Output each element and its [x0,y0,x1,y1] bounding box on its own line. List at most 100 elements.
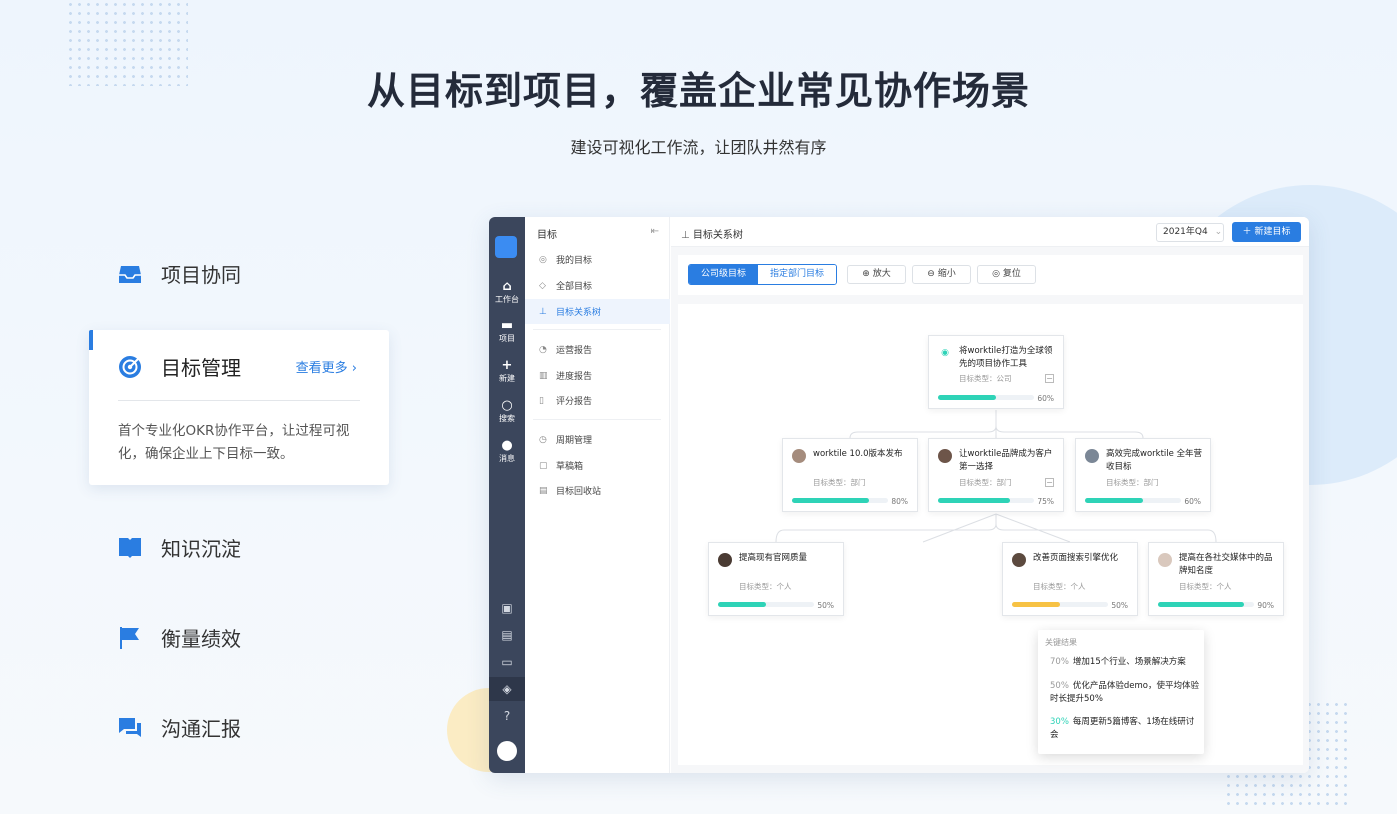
avatar[interactable] [497,741,517,761]
rail-item-new[interactable]: + 新建 [489,359,525,384]
scope-segment: 公司级目标 指定部门目标 [688,264,838,285]
new-goal-button[interactable]: ＋ 新建目标 [1232,222,1301,242]
goal-title: 改善页面搜索引擎优化 [1033,553,1119,563]
calendar-icon[interactable]: ▤ [489,623,525,647]
flag-icon [118,626,142,650]
chart-icon: ▥ [539,370,548,381]
zoom-out-button[interactable]: ⊖ 缩小 [912,265,971,284]
reset-button[interactable]: ◎ 复位 [977,265,1036,284]
goal-node[interactable]: 高效完成worktile 全年营收目标 目标类型：部门 60% [1075,438,1211,512]
goal-title: 让worktile品牌成为客户第一选择 [959,449,1053,472]
feature-item-report[interactable]: 沟通汇报 [118,713,241,742]
goal-type: 目标类型：个人 [739,582,792,591]
divider [533,329,661,330]
zoom-in-icon: ⊕ [862,269,870,279]
tree-icon: ⊥ [539,306,547,317]
zoom-out-icon: ⊖ [927,269,935,279]
rail-item-message[interactable]: ● 消息 [489,439,525,464]
zoom-in-button[interactable]: ⊕ 放大 [847,265,906,284]
message-icon: ● [501,438,513,453]
home-icon: ⌂ [502,279,512,294]
tooltip-title: 关键结果 [1045,638,1077,647]
sidebar-item-all-goals[interactable]: ◇ 全部目标 [525,273,670,298]
hero-subtitle: 建设可视化工作流，让团队井然有序 [570,138,827,157]
sidebar-item-goal-tree[interactable]: ⊥ 目标关系树 [525,299,670,324]
see-more-link[interactable]: 查看更多 › [296,357,357,376]
rail-item-search[interactable]: ○ 搜索 [489,399,525,424]
period-select[interactable]: 2021年Q4 ⌄ [1156,223,1224,242]
tab-company-goals[interactable]: 公司级目标 [689,265,759,284]
app-logo-icon[interactable] [495,236,517,258]
progress-bar [1085,498,1181,503]
sidebar-item-progress-report[interactable]: ▥ 进度报告 [525,363,670,388]
sidebar-item-score-report[interactable]: ▯ 评分报告 [525,388,670,413]
main-panel: ⊥ 目标关系树 2021年Q4 ⌄ ＋ 新建目标 公司级目标 指定部门目标 ⊕ … [671,217,1309,773]
progress-label: 50% [1111,601,1128,610]
feature-item-performance[interactable]: 衡量绩效 [118,623,241,652]
progress-bar [938,498,1034,503]
tree-icon: ⊥ [681,230,690,241]
target-icon: ◎ [539,254,547,265]
feature-item-knowledge[interactable]: 知识沉淀 [118,533,241,562]
goal-type: 目标类型：部门 [1106,478,1159,487]
avatar [1158,553,1172,567]
feature-description: 首个专业化OKR协作平台，让过程可视化，确保企业上下目标一致。 [118,423,350,462]
goal-node[interactable]: 改善页面搜索引擎优化 目标类型：个人 50% [1002,542,1138,616]
goal-sidebar: 目标 ⇤ ◎ 我的目标 ◇ 全部目标 ⊥ 目标关系树 ◔ 运营报告 ▥ 进度报告 ▯ 评分报… [525,217,670,773]
nav-rail: ⌂ 工作台 ▬ 项目 + 新建 ○ 搜索 ● 消息 ▣ ▤ ▭ ◈ ? [489,217,525,773]
collapse-node-icon[interactable]: − [1045,478,1054,487]
cube-icon[interactable]: ◈ [489,677,525,701]
sidebar-item-cycles[interactable]: ◷ 周期管理 [525,427,670,452]
hero-title: 从目标到项目，覆盖企业常见协作场景 [366,69,1030,113]
calendar-check-icon[interactable]: ▣ [489,596,525,620]
tab-dept-goals[interactable]: 指定部门目标 [758,265,837,284]
feature-item-project[interactable]: 项目协同 [118,259,241,288]
sidebar-item-drafts[interactable]: ▢ 草稿箱 [525,453,670,478]
feature-label: 知识沉淀 [161,537,241,561]
key-result-item: 30% 每周更新5篇博客、1场在线研讨会 [1050,717,1195,740]
feature-card-goal[interactable]: 目标管理 查看更多 › 首个专业化OKR协作平台，让过程可视化，确保企业上下目标… [89,330,389,485]
chevron-down-icon: ⌄ [1214,227,1223,237]
goal-title: 提高在各社交媒体中的品牌知名度 [1179,553,1273,576]
goal-node[interactable]: 提高现有官网质量 目标类型：个人 50% [708,542,844,616]
rail-item-workbench[interactable]: ⌂ 工作台 [489,280,525,305]
avatar [1085,449,1099,463]
collapse-node-icon[interactable]: − [1045,374,1054,383]
progress-label: 60% [1037,394,1054,403]
app-window: ⌂ 工作台 ▬ 项目 + 新建 ○ 搜索 ● 消息 ▣ ▤ ▭ ◈ ? 目标 ⇤ ◎ 我的目… [489,217,1309,773]
help-icon[interactable]: ? [489,704,525,728]
collapse-icon[interactable]: ⇤ [651,226,659,237]
key-result-item: 50% 优化产品体验demo，使平均体验时长提升50% [1050,681,1200,704]
goal-node[interactable]: 让worktile品牌成为客户第一选择 目标类型：部门 − 75% [928,438,1064,512]
feature-label: 目标管理 [161,356,241,380]
trash-icon: ▤ [539,485,548,496]
book-icon [118,536,142,560]
layers-icon: ◇ [539,280,546,291]
folder-icon[interactable]: ▭ [489,650,525,674]
sidebar-item-my-goals[interactable]: ◎ 我的目标 [525,247,670,272]
goal-type: 目标类型：部门 [959,478,1012,487]
search-icon: ○ [501,398,513,413]
progress-label: 60% [1184,497,1201,506]
pie-icon: ◔ [539,344,547,355]
goal-node[interactable]: worktile 10.0版本发布 目标类型：部门 80% [782,438,918,512]
clock-icon: ◷ [539,434,547,445]
goal-type: 目标类型：公司 [959,374,1012,383]
doc-icon: ▯ [539,395,544,406]
avatar [1012,553,1026,567]
goal-node-root[interactable]: ◉ 将worktile打造为全球领先的项目协作工具 目标类型：公司 − 60% [928,335,1064,409]
avatar [792,449,806,463]
goal-node[interactable]: 提高在各社交媒体中的品牌知名度 目标类型：个人 90% [1148,542,1284,616]
rail-item-project[interactable]: ▬ 项目 [489,319,525,344]
goal-title: 高效完成worktile 全年营收目标 [1106,449,1203,472]
sidebar-item-ops-report[interactable]: ◔ 运营报告 [525,337,670,362]
goal-type: 目标类型：部门 [813,478,866,487]
sidebar-item-recycle[interactable]: ▤ 目标回收站 [525,478,670,503]
progress-bar [792,498,888,503]
key-results-tooltip: 关键结果 70% 增加15个行业、场景解决方案 50% 优化产品体验demo，使平均… [1038,630,1204,754]
key-result-item: 70% 增加15个行业、场景解决方案 [1050,657,1186,667]
inbox-icon [118,262,142,286]
tree-canvas[interactable]: ◉ 将worktile打造为全球领先的项目协作工具 目标类型：公司 − 60% … [678,304,1303,765]
avatar [938,449,952,463]
progress-bar [938,395,1034,400]
